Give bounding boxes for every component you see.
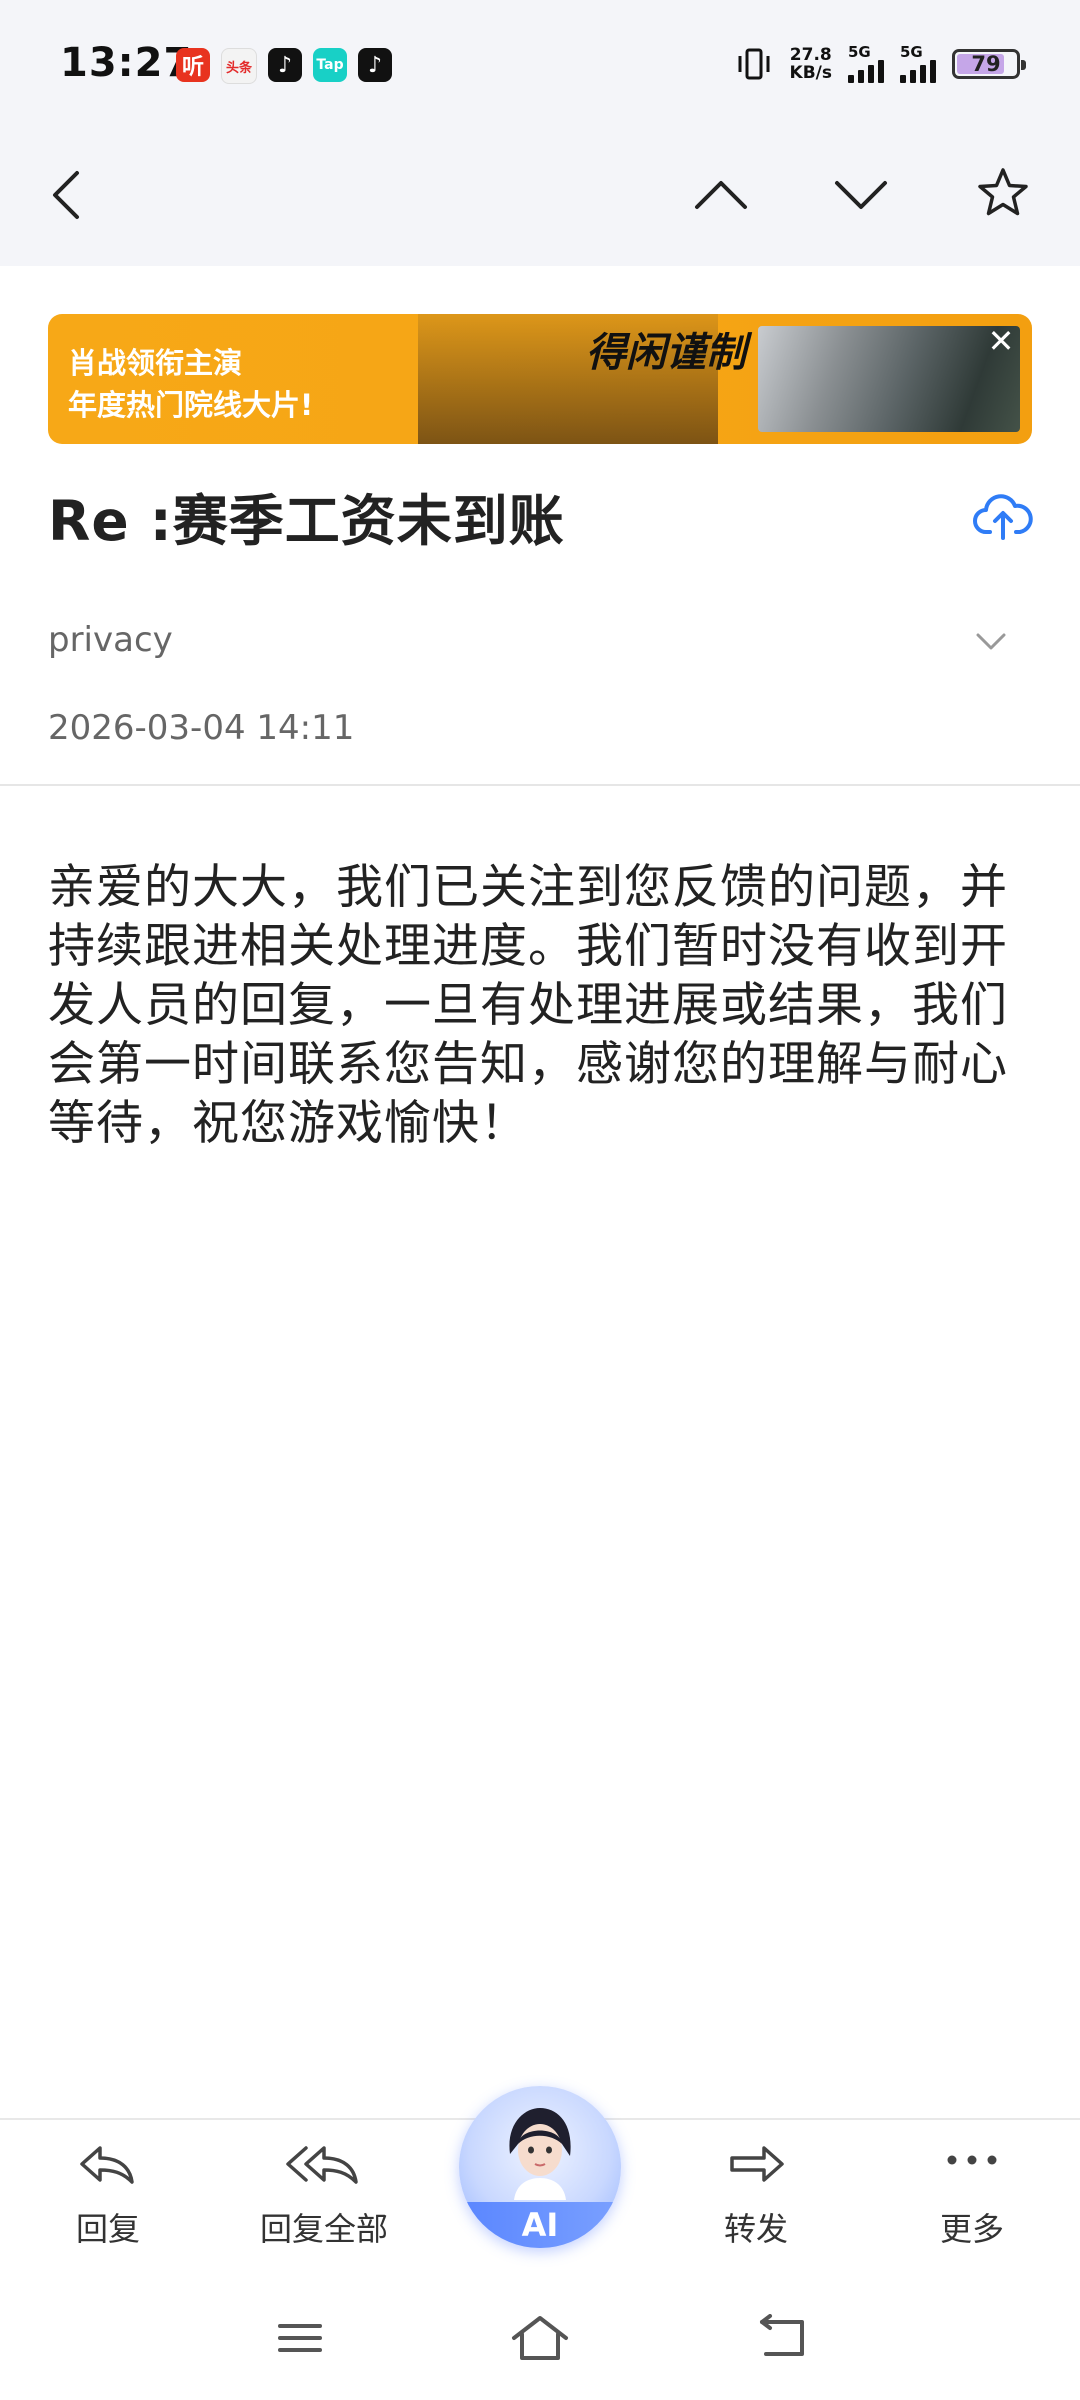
email-subject: Re :赛季工资未到账 <box>48 489 565 553</box>
tiktok-app-icon: ♪ <box>268 48 302 82</box>
reply-icon <box>80 2146 134 2184</box>
ai-assistant-button[interactable]: AI <box>459 2086 621 2248</box>
forward-label: 转发 <box>723 2210 788 2248</box>
signal-bars-icon <box>848 59 884 83</box>
forward-icon <box>730 2146 784 2182</box>
ad-film-title: 得闲谨制 <box>586 330 746 376</box>
system-menu-button[interactable] <box>270 2308 330 2368</box>
reply-all-icon <box>286 2146 358 2184</box>
ad-banner[interactable]: 肖战领衔主演 年度热门院线大片! 得闲谨制 ✕ <box>48 314 1032 444</box>
battery-icon: 79 <box>952 49 1026 79</box>
forward-button[interactable]: 转发 <box>666 2140 846 2260</box>
chevron-down-icon <box>976 633 1006 650</box>
reply-all-label: 回复全部 <box>259 2210 388 2248</box>
system-back-button[interactable] <box>752 2308 812 2368</box>
ad-close-button[interactable]: ✕ <box>986 325 1016 357</box>
tap-app-icon: Tap <box>313 48 347 82</box>
signal-5g-2: 5G <box>900 45 936 83</box>
cloud-upload-icon <box>973 494 1033 540</box>
expand-details-button[interactable] <box>972 626 1010 656</box>
signal-label: 5G <box>900 43 923 61</box>
ting-app-icon: 听 <box>176 48 210 82</box>
toutiao-app-icon: 头条 <box>221 48 257 84</box>
ai-label: AI <box>459 2202 621 2248</box>
status-bar: 13:27 听 头条 ♪ Tap ♪ 27.8 KB/s 5G 5G 79 <box>0 0 1080 130</box>
ai-avatar-icon <box>509 2108 571 2200</box>
chevron-up-icon <box>695 181 747 209</box>
email-body: 亲爱的大大，我们已关注到您反馈的问题，并持续跟进相关处理进度。我们暂时没有收到开… <box>48 860 1008 1151</box>
tiktok-lite-app-icon: ♪ <box>358 48 392 82</box>
header-divider <box>0 784 1080 786</box>
status-right: 27.8 KB/s 5G 5G 79 <box>734 44 1026 84</box>
system-home-button[interactable] <box>510 2308 570 2368</box>
signal-5g-1: 5G <box>848 45 884 83</box>
chevron-down-icon <box>835 181 887 209</box>
ad-line-1: 肖战领衔主演 <box>68 346 243 380</box>
status-time: 13:27 <box>60 40 193 86</box>
reply-button[interactable]: 回复 <box>18 2140 198 2260</box>
menu-icon <box>278 2324 322 2352</box>
reply-label: 回复 <box>75 2210 140 2248</box>
cloud-upload-button[interactable] <box>972 488 1034 542</box>
battery-cap <box>1021 60 1026 70</box>
signal-label: 5G <box>848 43 871 61</box>
ad-photo <box>758 326 1020 432</box>
network-speed-unit: KB/s <box>789 63 832 83</box>
email-sender[interactable]: privacy <box>48 620 173 660</box>
back-arrow-icon <box>760 2314 804 2356</box>
next-email-button[interactable] <box>826 160 896 230</box>
chevron-left-icon <box>53 171 79 219</box>
network-speed-value: 27.8 <box>789 45 832 65</box>
battery-level: 79 <box>971 52 1001 76</box>
more-dots-icon <box>947 2155 997 2165</box>
vibrate-icon <box>738 48 770 80</box>
email-date: 2026-03-04 14:11 <box>48 708 355 748</box>
network-speed: 27.8 KB/s <box>790 46 832 82</box>
previous-email-button[interactable] <box>686 160 756 230</box>
reply-all-button[interactable]: 回复全部 <box>234 2140 414 2260</box>
ad-line-2: 年度热门院线大片! <box>68 388 314 422</box>
more-button[interactable]: 更多 <box>882 2140 1062 2260</box>
back-button[interactable] <box>32 160 102 230</box>
more-label: 更多 <box>939 2210 1004 2248</box>
home-icon <box>512 2316 568 2360</box>
notification-icons: 听 头条 ♪ Tap ♪ <box>176 48 392 84</box>
star-button[interactable] <box>968 158 1038 228</box>
star-icon <box>978 168 1028 216</box>
signal-bars-icon <box>900 59 936 83</box>
